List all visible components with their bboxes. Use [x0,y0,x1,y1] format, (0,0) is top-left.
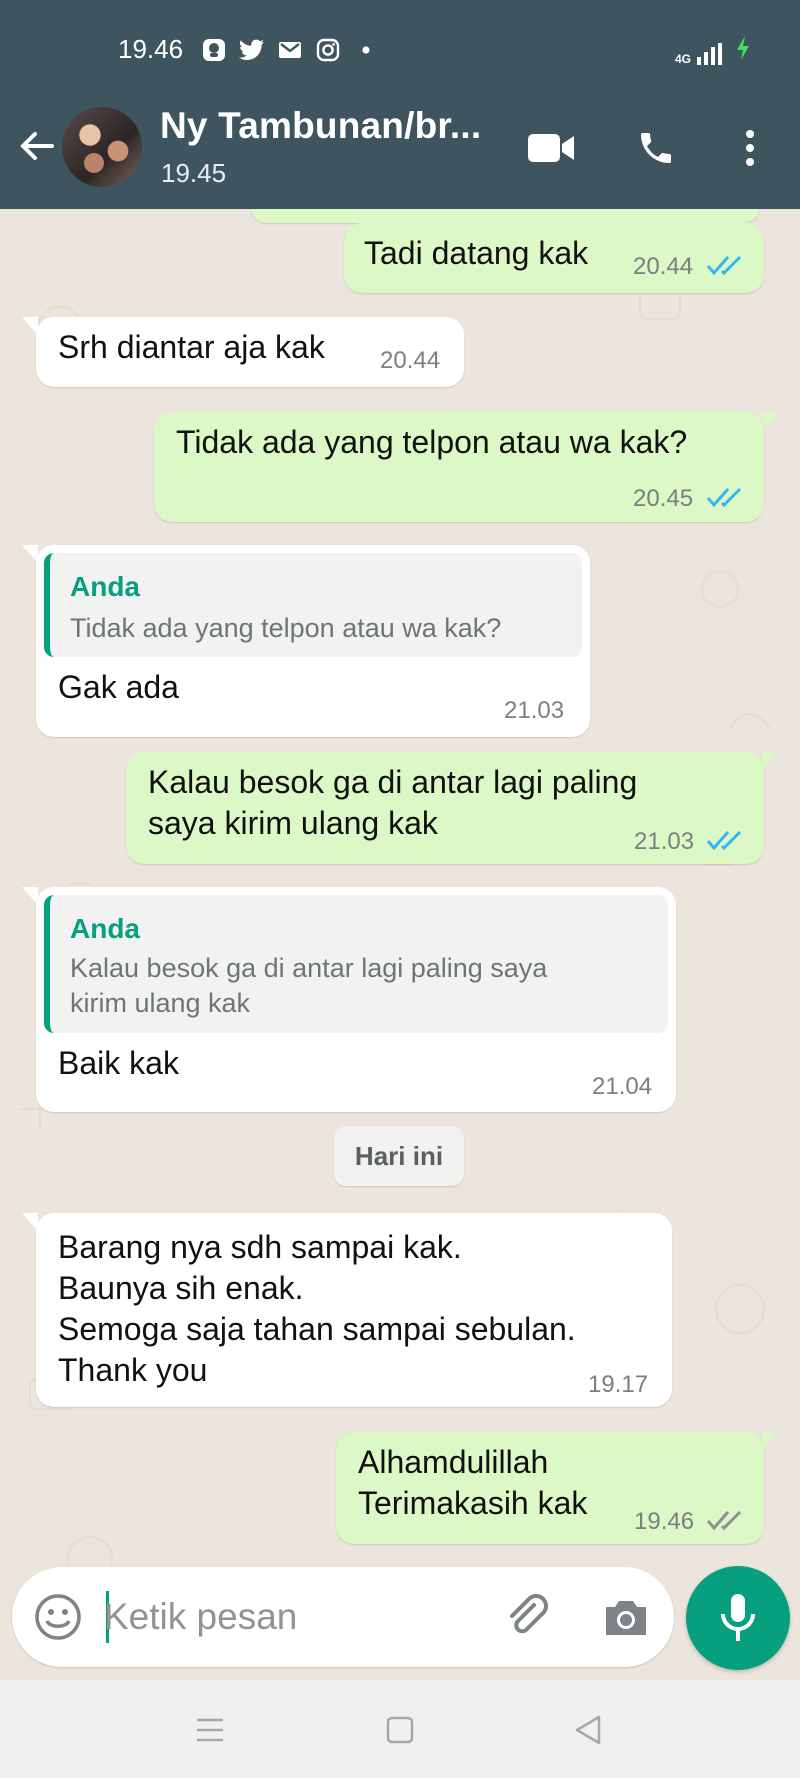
message-text: Baik kak [58,1045,179,1081]
message-out[interactable]: Kalau besok ga di antar lagi paling saya… [126,752,764,864]
chat-area[interactable]: Tadi datang kak 20.44 Srh diantar aja ka… [0,209,800,1680]
app-header: 19.46 4G Ny Tambunan/br... 19.45 [0,0,800,209]
message-text: Alhamdulillah Terimakasih kak [358,1444,588,1521]
bubble-tail [762,412,778,430]
message-time: 21.03 [504,697,565,724]
status-time: 19.46 [118,34,184,64]
message-out[interactable]: Tadi datang kak 20.44 [344,223,764,293]
bubble-tail [762,1432,778,1450]
read-ticks-icon [706,487,742,508]
message-out[interactable]: Tidak ada yang telpon atau wa kak? 20.45 [154,412,764,522]
bubble-tail [762,752,778,770]
dot-icon [353,38,379,62]
system-nav-bar [0,1680,800,1778]
signal-icon [697,43,722,65]
app-icon [201,38,227,62]
attach-icon[interactable] [502,1591,554,1643]
menu-icon[interactable] [190,1710,230,1750]
microphone-icon [721,1594,755,1641]
gmail-icon [277,38,303,62]
message-time: 20.44 [380,347,441,374]
instagram-icon [315,38,341,62]
message-time: 19.46 [634,1508,695,1535]
message-time: 20.44 [633,253,694,280]
message-composer[interactable] [12,1567,674,1667]
emoji-icon[interactable] [32,1591,84,1643]
message-text: Barang nya sdh sampai kak. Baunya sih en… [58,1229,576,1388]
message-bubble-partial [250,209,760,223]
home-icon[interactable] [380,1710,420,1750]
twitter-icon [239,38,265,62]
message-out[interactable]: Alhamdulillah Terimakasih kak 19.46 [336,1432,764,1544]
message-input[interactable] [104,1587,484,1647]
message-in-reply[interactable]: Anda Kalau besok ga di antar lagi paling… [36,887,676,1112]
status-bar: 19.46 [118,34,379,65]
message-text: Tidak ada yang telpon atau wa kak? [176,424,688,460]
back-arrow-icon[interactable] [16,126,56,166]
contact-avatar[interactable] [62,107,142,187]
quote-text: Tidak ada yang telpon atau wa kak? [70,613,502,643]
quote-author: Anda [70,913,140,944]
quoted-message[interactable]: Anda Kalau besok ga di antar lagi paling… [44,895,668,1033]
message-text: Srh diantar aja kak [58,329,325,365]
voice-record-button[interactable] [686,1566,790,1670]
read-ticks-icon [706,255,742,276]
more-options-icon[interactable] [738,126,762,170]
network-type: 4G [674,52,691,66]
status-right: 4G [675,36,750,65]
delivered-ticks-icon [706,1510,742,1531]
message-in[interactable]: Barang nya sdh sampai kak. Baunya sih en… [36,1213,672,1407]
read-ticks-icon [706,830,742,851]
message-time: 19.17 [588,1371,649,1398]
quote-text: Kalau besok ga di antar lagi paling saya… [70,953,548,1018]
voice-call-icon[interactable] [634,126,678,170]
message-in-reply[interactable]: Anda Tidak ada yang telpon atau wa kak? … [36,545,590,737]
message-time: 21.04 [592,1073,653,1100]
camera-icon[interactable] [600,1591,652,1643]
back-icon[interactable] [568,1710,608,1750]
video-call-icon[interactable] [526,126,576,170]
date-separator: Hari ini [334,1126,464,1186]
message-in[interactable]: Srh diantar aja kak 20.44 [36,317,464,387]
quote-author: Anda [70,571,140,602]
message-text: Gak ada [58,669,179,705]
message-time: 20.45 [633,485,694,512]
quoted-message[interactable]: Anda Tidak ada yang telpon atau wa kak? [44,553,582,657]
last-seen: 19.45 [161,158,227,188]
battery-charging-icon [736,36,750,65]
message-time: 21.03 [634,828,695,855]
message-text: Tadi datang kak [364,235,589,271]
message-text: Kalau besok ga di antar lagi paling saya… [148,764,638,841]
contact-name[interactable]: Ny Tambunan/br... [160,105,481,147]
